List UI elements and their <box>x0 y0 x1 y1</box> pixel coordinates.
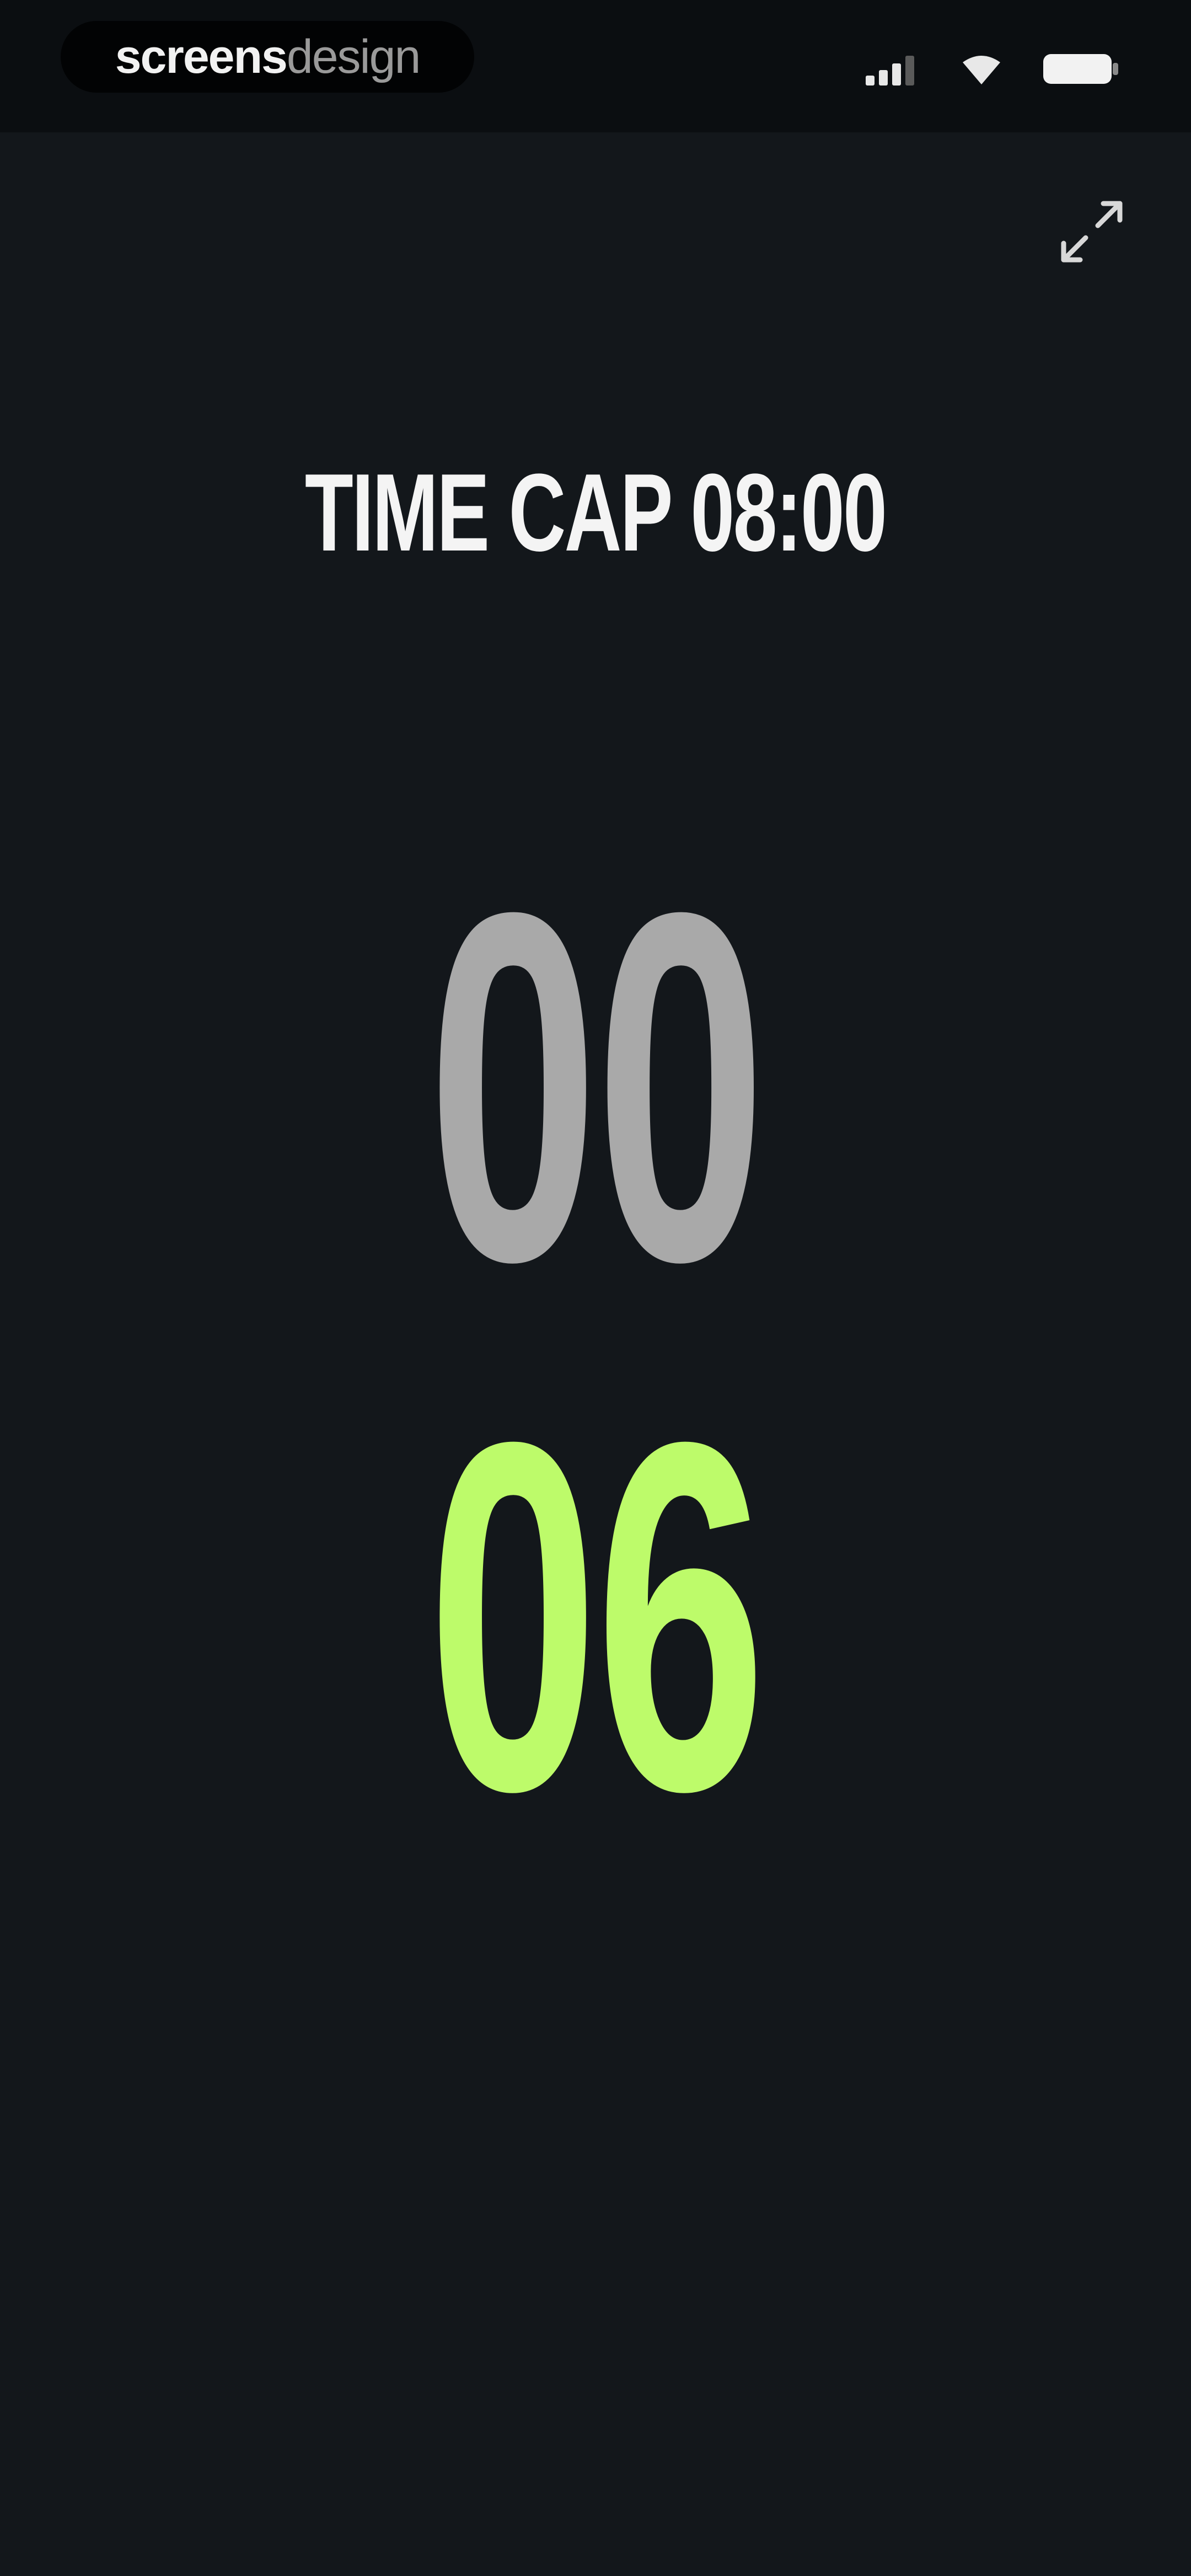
battery-icon <box>1042 52 1119 86</box>
timer-minutes: 00 <box>0 838 1191 1335</box>
time-cap-text: TIME CAP 08:00 <box>305 451 887 574</box>
brand-text-design: design <box>286 30 421 83</box>
timer-seconds-value: 06 <box>427 1339 766 1894</box>
wifi-icon <box>959 52 1004 85</box>
time-cap-label: TIME CAP 08:00 <box>0 452 1191 574</box>
status-icons <box>866 47 1119 91</box>
brand-logo-pill: screens design <box>61 21 474 93</box>
fullscreen-button[interactable] <box>1050 190 1133 273</box>
timer-seconds: 06 <box>0 1368 1191 1864</box>
status-bar: screens design <box>0 0 1191 132</box>
brand-text-screens: screens <box>115 30 288 83</box>
cellular-signal-icon <box>866 52 921 85</box>
timer-minutes-value: 00 <box>427 809 766 1364</box>
expand-arrows-icon <box>1061 201 1123 263</box>
